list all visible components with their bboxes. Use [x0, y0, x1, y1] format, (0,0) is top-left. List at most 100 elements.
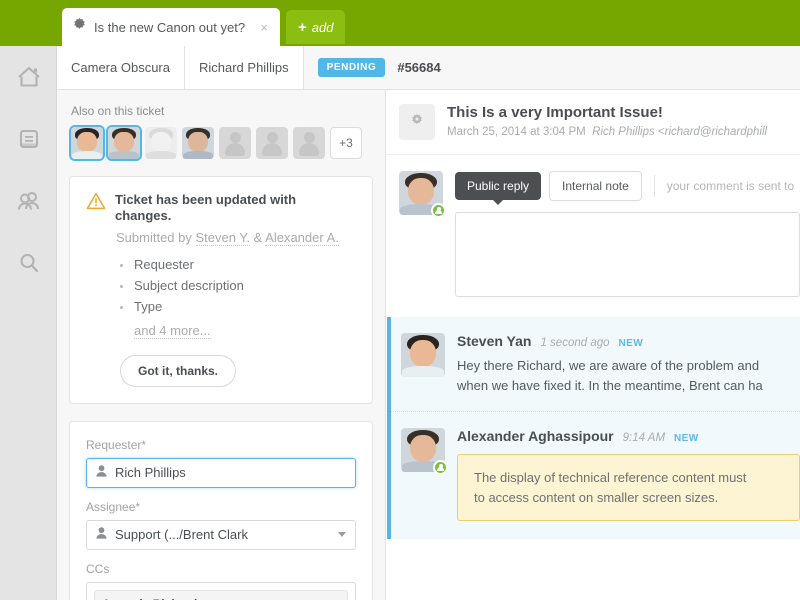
- requester-label: Requester*: [86, 437, 147, 452]
- gear-icon: [72, 17, 87, 37]
- comment-timestamp: 1 second ago: [540, 337, 610, 349]
- browser-tab-title: Is the new Canon out yet?: [94, 19, 246, 35]
- avatar-placeholder-5[interactable]: [219, 127, 251, 159]
- comment-line: Hey there Richard, we are aware of the p…: [457, 358, 760, 373]
- avatar-alexander-aghassipour[interactable]: [108, 127, 140, 159]
- requester-input[interactable]: Rich Phillips: [86, 457, 356, 488]
- reply-main: Public reply Internal note your comment …: [455, 171, 800, 297]
- issue-author: Rich Phillips <richard@richardphill: [592, 126, 768, 138]
- notice-title: Ticket has been updated with changes.: [115, 192, 297, 224]
- avatar: [401, 333, 445, 377]
- notice-change-list: Requester Subject description Type: [120, 254, 356, 317]
- comment-body: Alexander Aghassipour 9:14 AM NEW The di…: [457, 428, 800, 521]
- comment-line: to access content on smaller screen size…: [474, 489, 719, 505]
- comment-timestamp: 9:14 AM: [622, 432, 666, 444]
- submitter-joiner: &: [249, 229, 266, 245]
- add-tab-button[interactable]: + add: [286, 10, 346, 44]
- tab-internal-note[interactable]: Internal note: [549, 171, 642, 201]
- issue-header: This Is a very Important Issue! March 25…: [387, 90, 800, 155]
- avatar-steven-yan[interactable]: [71, 127, 103, 159]
- avatar-placeholder-6[interactable]: [256, 127, 288, 159]
- submitter-1[interactable]: Steven Y.: [195, 229, 250, 246]
- divider: [653, 175, 655, 197]
- search-icon: [17, 251, 41, 275]
- comment-line: The display of technical reference conte…: [474, 470, 747, 485]
- issue-date: March 25, 2014 at 3:04 PM: [447, 126, 586, 138]
- tab-public-reply[interactable]: Public reply: [455, 172, 542, 205]
- comment-steven-yan: Steven Yan 1 second ago NEW Hey there Ri…: [391, 317, 800, 411]
- ticket-sidebar: Also on this ticket +3 Ticket has been u…: [57, 90, 386, 600]
- notice-more-link[interactable]: and 4 more...: [134, 323, 211, 339]
- breadcrumb-ticket: PENDING #56684: [303, 46, 455, 89]
- comment-thread: Steven Yan 1 second ago NEW Hey there Ri…: [387, 317, 800, 539]
- ccs-input[interactable]: Amanda Richardson amanda.richardson@pupp…: [86, 581, 356, 600]
- cc-chip-amanda-richardson: Amanda Richardson amanda.richardson@pupp…: [94, 589, 348, 600]
- remove-cc-icon[interactable]: ×: [335, 596, 342, 600]
- comment-header: Alexander Aghassipour 9:14 AM NEW: [457, 428, 800, 444]
- comment-header: Steven Yan 1 second ago NEW: [457, 333, 800, 349]
- requester-value: Rich Phillips: [115, 465, 186, 480]
- comment-highlight-quote: The display of technical reference conte…: [457, 454, 800, 521]
- reply-hint: your comment is sent to: [666, 179, 795, 193]
- rail-item-search[interactable]: [0, 232, 57, 294]
- comment-line: when we have fixed it. In the meantime, …: [457, 377, 763, 393]
- also-on-ticket-avatars: +3: [57, 127, 385, 159]
- rail-item-users[interactable]: [0, 170, 57, 232]
- comment-body: Steven Yan 1 second ago NEW Hey there Ri…: [457, 333, 800, 395]
- tab-strip: Is the new Canon out yet? × + add: [57, 0, 800, 46]
- ticket-number: #56684: [397, 60, 441, 75]
- comment-author: Alexander Aghassipour: [457, 428, 614, 444]
- reply-mode-tabs: Public reply Internal note your comment …: [455, 171, 800, 205]
- reply-textarea[interactable]: [455, 212, 800, 297]
- list-item: Subject description: [120, 275, 356, 296]
- agent-badge-icon: [433, 460, 448, 475]
- ticket-updated-notice: Ticket has been updated with changes. Su…: [69, 176, 373, 404]
- comment-author: Steven Yan: [457, 333, 532, 349]
- rail-item-home[interactable]: [0, 46, 57, 108]
- also-on-ticket-title: Also on this ticket: [71, 104, 165, 118]
- issue-meta: March 25, 2014 at 3:04 PM Rich Phillips …: [447, 126, 767, 138]
- person-icon: [96, 465, 107, 480]
- avatar: [401, 428, 448, 475]
- comment-alexander-aghassipour: Alexander Aghassipour 9:14 AM NEW The di…: [391, 411, 800, 537]
- close-icon[interactable]: ×: [256, 20, 272, 35]
- browser-tab-active[interactable]: Is the new Canon out yet? ×: [62, 8, 280, 46]
- avatar: [399, 171, 446, 218]
- list-item: Type: [120, 296, 356, 317]
- home-icon: [16, 65, 42, 89]
- list-item: Requester: [120, 254, 356, 275]
- plus-icon: +: [298, 18, 307, 36]
- app-root: Is the new Canon out yet? × + add Camera…: [0, 0, 800, 600]
- submitter-2[interactable]: Alexander A.: [265, 229, 339, 246]
- notice-submitted-prefix: Submitted by: [116, 229, 196, 245]
- avatar-user-4[interactable]: [182, 127, 214, 159]
- ccs-label: CCs: [86, 561, 110, 576]
- assignee-label: Assignee*: [86, 499, 141, 514]
- breadcrumb-org[interactable]: Camera Obscura: [57, 46, 185, 89]
- tickets-icon: [17, 127, 41, 151]
- breadcrumb-person[interactable]: Richard Phillips: [184, 46, 304, 89]
- notice-header: Ticket has been updated with changes.: [86, 192, 356, 225]
- issue-settings-button[interactable]: [399, 104, 435, 140]
- avatar-user-3[interactable]: [145, 127, 177, 159]
- breadcrumb: Camera Obscura Richard Phillips PENDING …: [57, 46, 800, 90]
- dismiss-notice-button[interactable]: Got it, thanks.: [120, 354, 237, 387]
- page-title: This Is a very Important Issue!: [447, 104, 663, 121]
- left-nav-rail: [0, 46, 57, 600]
- warning-icon: [86, 192, 106, 215]
- comment-text: Hey there Richard, we are aware of the p…: [457, 356, 800, 395]
- status-badge: PENDING: [317, 58, 386, 77]
- ticket-fields: Requester* Rich Phillips Assignee* Suppo…: [69, 420, 373, 600]
- rail-item-tickets[interactable]: [0, 108, 57, 170]
- ticket-conversation: This Is a very Important Issue! March 25…: [387, 90, 800, 600]
- assignee-value: Support (.../Brent Clark: [115, 527, 248, 542]
- avatar-placeholder-7[interactable]: [293, 127, 325, 159]
- avatar-more-button[interactable]: +3: [330, 127, 362, 159]
- issue-header-text: This Is a very Important Issue! March 25…: [447, 104, 767, 138]
- agent-badge-icon: [431, 203, 446, 218]
- assignee-select[interactable]: Support (.../Brent Clark: [86, 519, 356, 550]
- chevron-down-icon: [338, 532, 346, 537]
- notice-submitters: Submitted by Steven Y. & Alexander A.: [116, 229, 356, 246]
- users-icon: [16, 189, 42, 213]
- page-body: Camera Obscura Richard Phillips PENDING …: [57, 46, 800, 600]
